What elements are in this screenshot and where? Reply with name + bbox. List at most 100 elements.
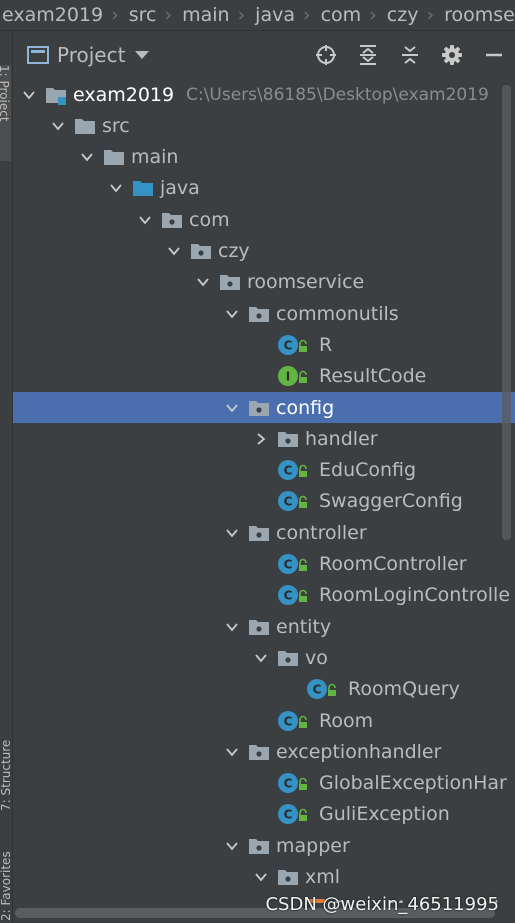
tree-node-label: Room	[319, 709, 374, 732]
chevron-down-icon[interactable]	[50, 118, 66, 134]
chevron-down-icon[interactable]	[79, 149, 95, 165]
tree-node-guliexception[interactable]: C GuliException	[13, 799, 515, 830]
chevron-right-icon[interactable]	[253, 431, 269, 447]
tree-node-commonutils[interactable]: commonutils	[13, 298, 515, 329]
package-icon	[248, 397, 270, 419]
tree-node-controller[interactable]: controller	[13, 517, 515, 548]
tree-node-roomcontroller[interactable]: C RoomController	[13, 549, 515, 580]
tree-node-label: GuliException	[319, 803, 450, 826]
class-icon: C	[277, 803, 299, 825]
side-tab-structure[interactable]: 7: Structure	[0, 721, 11, 811]
breadcrumb-item[interactable]: czy	[385, 4, 419, 26]
tree-node-com[interactable]: com	[13, 204, 515, 235]
tree-node-config[interactable]: config	[13, 392, 515, 423]
lock-icon	[326, 681, 340, 697]
tree-node-label: java	[160, 177, 200, 200]
tree-node-mapper[interactable]: mapper	[13, 830, 515, 861]
locate-file-button[interactable]	[305, 31, 347, 79]
hide-panel-button[interactable]	[473, 31, 515, 79]
tree-node-entity[interactable]: entity	[13, 611, 515, 642]
tree-node-resultcode[interactable]: I ResultCode	[13, 361, 515, 392]
package-icon	[219, 271, 241, 293]
breadcrumb-item[interactable]: main	[180, 4, 229, 26]
tree-node-globalexceptionhar[interactable]: C GlobalExceptionHar	[13, 768, 515, 799]
tree-node-main[interactable]: main	[13, 142, 515, 173]
tree-node-r[interactable]: CR	[13, 329, 515, 360]
tree-node-swaggerconfig[interactable]: C SwaggerConfig	[13, 486, 515, 517]
tree-node-room[interactable]: C Room	[13, 705, 515, 736]
tree-node-label: czy	[218, 240, 250, 262]
tree-node-label: exam2019	[73, 83, 175, 106]
breadcrumb-separator-icon: ›	[302, 4, 311, 26]
chevron-down-icon[interactable]	[224, 400, 240, 416]
tree-node-label: entity	[276, 615, 332, 638]
tree-node-czy[interactable]: czy	[13, 236, 515, 267]
package-icon	[161, 209, 183, 231]
breadcrumb-item[interactable]: src	[127, 4, 157, 26]
chevron-down-icon[interactable]	[253, 869, 269, 885]
tree-node-label: config	[276, 396, 335, 419]
tree-node-java[interactable]: java	[13, 173, 515, 204]
package-icon	[277, 866, 299, 888]
side-tab-favorites-label: 2: Favorites	[0, 851, 11, 921]
chevron-down-icon[interactable]	[166, 243, 182, 259]
side-tab-structure-label: 7: Structure	[0, 739, 11, 811]
class-icon: C	[277, 772, 299, 794]
tree-node-src[interactable]: src	[13, 110, 515, 141]
watermark: CSDN @weixin_46511995	[265, 894, 499, 915]
tree-node-label: RoomController	[319, 553, 467, 575]
chevron-down-icon[interactable]	[253, 650, 269, 666]
tree-node-roomquery[interactable]: C RoomQuery	[13, 674, 515, 705]
chevron-down-icon[interactable]	[137, 212, 153, 228]
class-icon: C	[277, 553, 299, 575]
side-tab-project[interactable]: 1: Project	[0, 65, 11, 161]
chevron-down-icon[interactable]	[224, 838, 240, 854]
tree-node-roomservice[interactable]: roomservice	[13, 267, 515, 298]
chevron-down-icon[interactable]	[224, 744, 240, 760]
tree-node-vo[interactable]: vo	[13, 642, 515, 673]
tree-node-exam2019[interactable]: exam2019 C:\Users\86185\Desktop\exam2019	[13, 79, 515, 110]
settings-button[interactable]	[431, 31, 473, 79]
svg-text:C: C	[284, 338, 293, 352]
tree-node-xml[interactable]: xml	[13, 862, 515, 893]
svg-text:C: C	[284, 495, 293, 509]
class-icon: C	[277, 490, 299, 512]
tree-node-educonfig[interactable]: C EduConfig	[13, 455, 515, 486]
class-icon: C	[277, 710, 299, 732]
lock-icon	[297, 462, 311, 478]
package-icon	[248, 835, 270, 857]
project-view-icon	[27, 46, 49, 64]
svg-text:C: C	[284, 714, 293, 728]
crosshair-icon	[316, 45, 336, 65]
chevron-down-icon[interactable]	[195, 274, 211, 290]
collapse-all-button[interactable]	[389, 31, 431, 79]
chevron-down-icon[interactable]	[224, 525, 240, 541]
tree-node-label: handler	[305, 427, 378, 450]
breadcrumb-item[interactable]: exam2019	[0, 4, 103, 26]
svg-text:C: C	[313, 683, 322, 697]
breadcrumb-item[interactable]: java	[253, 4, 295, 26]
class-icon: C	[277, 584, 299, 606]
expand-all-button[interactable]	[347, 31, 389, 79]
tree-node-handler[interactable]: handler	[13, 423, 515, 454]
breadcrumb-separator-icon: ›	[369, 4, 377, 26]
tree-node-exceptionhandler[interactable]: exceptionhandler	[13, 736, 515, 767]
chevron-down-icon[interactable]	[224, 619, 240, 635]
svg-text:C: C	[284, 558, 293, 572]
panel-title[interactable]: Project	[57, 43, 125, 67]
chevron-down-icon[interactable]	[224, 306, 240, 322]
vertical-scrollbar[interactable]	[502, 85, 511, 540]
tree-node-label: xml	[305, 866, 341, 888]
svg-text:C: C	[284, 464, 293, 478]
tree-node-roomlogincontrolle[interactable]: C RoomLoginControlle	[13, 580, 515, 611]
tree-node-label: GlobalExceptionHar	[319, 772, 507, 795]
side-tab-favorites[interactable]: 2: Favorites	[0, 841, 11, 921]
breadcrumb-item[interactable]: roomserv	[442, 4, 515, 26]
chevron-down-icon[interactable]	[21, 87, 37, 103]
breadcrumb-item[interactable]: com	[319, 4, 362, 26]
minimize-icon	[486, 53, 502, 57]
package-icon	[248, 616, 270, 638]
chevron-down-icon[interactable]	[108, 180, 124, 196]
view-dropdown-icon[interactable]	[135, 51, 150, 59]
